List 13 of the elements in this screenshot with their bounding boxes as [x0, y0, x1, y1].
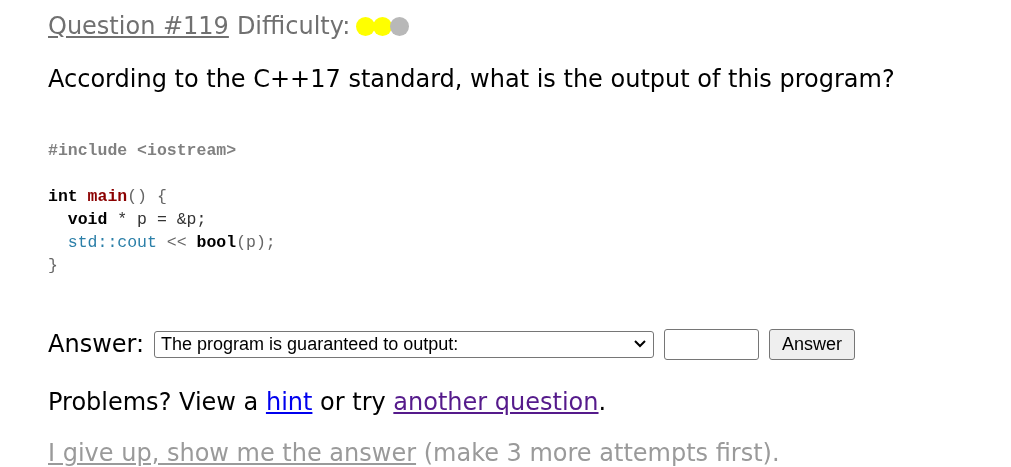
answer-button[interactable]: Answer [769, 328, 856, 360]
visited-link[interactable]: another question [393, 388, 599, 416]
chevron-down-icon [633, 339, 648, 349]
answer-label: Answer: [48, 329, 145, 360]
hint-link[interactable]: hint [265, 388, 313, 416]
give-up-text: I give up, show me the answer (make 3 more attempts first). [48, 439, 781, 467]
problems-text: Problems? View a hint or try another question. [48, 388, 608, 416]
answer-input[interactable] [664, 328, 760, 360]
answer-select[interactable]: The program is guaranteed to output: [154, 330, 655, 358]
question-link[interactable]: Question #119 [48, 8, 229, 44]
code-text: #include <iostream> int main() { void * p = &p; std::cout << bool(p); } [48, 140, 276, 277]
difficulty-label: Difficulty: [236, 11, 351, 42]
question-text: According to the C++17 standard, what is the output of this program? [48, 65, 896, 93]
